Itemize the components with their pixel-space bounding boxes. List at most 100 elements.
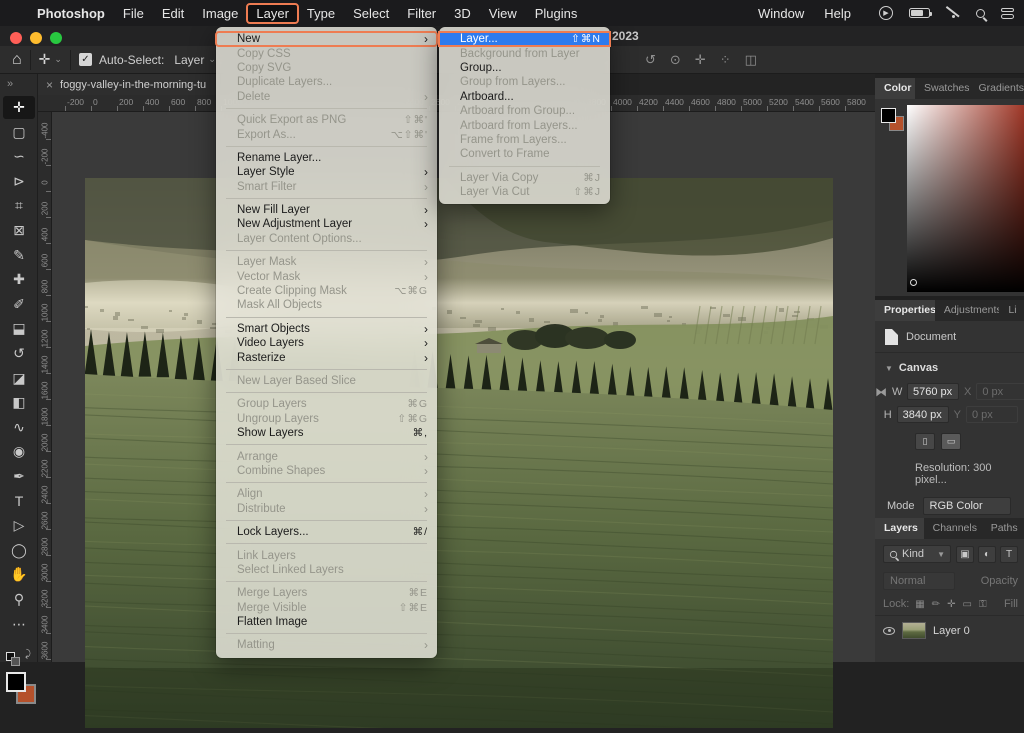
menubar-item-image[interactable]: Image — [193, 4, 247, 23]
layer-row[interactable]: Layer 0 — [875, 616, 1024, 645]
menu-item-rasterize[interactable]: Rasterize› — [216, 350, 437, 364]
drag-3d-icon[interactable]: ✛ — [695, 52, 706, 68]
frame-tool[interactable]: ⊠ — [3, 219, 35, 242]
tab-color[interactable]: Color — [875, 78, 915, 99]
lock-pixels-icon[interactable]: ✏ — [932, 599, 940, 610]
minimize-window-button[interactable] — [30, 32, 42, 44]
collapse-panel-icon[interactable]: » — [7, 78, 13, 90]
menu-item-artboard[interactable]: Artboard... — [439, 90, 610, 104]
visibility-eye-icon[interactable] — [883, 627, 895, 635]
menu-item-new-adjustment-layer[interactable]: New Adjustment Layer› — [216, 217, 437, 231]
close-window-button[interactable] — [10, 32, 22, 44]
width-field[interactable]: 5760 px — [907, 383, 959, 400]
type-tool[interactable]: T — [3, 490, 35, 513]
menu-item-lock-layers[interactable]: Lock Layers...⌘/ — [216, 525, 437, 539]
tab-swatches[interactable]: Swatches — [915, 78, 970, 99]
menu-item-layer[interactable]: Layer...⇧⌘N — [439, 32, 610, 46]
menubar-item-edit[interactable]: Edit — [153, 4, 193, 23]
auto-select-value[interactable]: Layer — [174, 53, 204, 67]
menubar-item-select[interactable]: Select — [344, 4, 398, 23]
tab-gradients[interactable]: Gradients — [969, 78, 1024, 99]
document-tab[interactable]: × foggy-valley-in-the-morning-tu — [38, 74, 221, 95]
menu-item-layer-style[interactable]: Layer Style› — [216, 165, 437, 179]
tab-channels[interactable]: Channels — [924, 518, 982, 539]
tab-li[interactable]: Li — [999, 300, 1024, 321]
color-cursor-icon[interactable] — [910, 279, 917, 286]
brush-tool[interactable]: ✐ — [3, 293, 35, 316]
dodge-tool[interactable]: ◉ — [3, 440, 35, 463]
layer-filter-dropdown[interactable]: Kind ▼ — [883, 545, 951, 563]
menu-item-show-layers[interactable]: Show Layers⌘, — [216, 426, 437, 440]
menubar-item-type[interactable]: Type — [298, 4, 344, 23]
clone-stamp-tool[interactable]: ⬓ — [3, 317, 35, 340]
type-filter-icon[interactable]: T — [1000, 546, 1018, 563]
tab-layers[interactable]: Layers — [875, 518, 924, 539]
search-icon[interactable] — [976, 9, 985, 18]
zoom-tool[interactable]: ⚲ — [3, 588, 35, 611]
lock-position-icon[interactable]: ✛ — [947, 599, 955, 610]
lock-transparency-icon[interactable]: ▦ — [915, 599, 924, 610]
height-field[interactable]: 3840 px — [897, 406, 949, 423]
menu-item-new[interactable]: New› — [216, 32, 437, 46]
swap-colors-control[interactable]: ⤸ — [5, 649, 31, 665]
menu-item-flatten-image[interactable]: Flatten Image — [216, 615, 437, 629]
lasso-tool[interactable]: ∽ — [3, 145, 35, 168]
link-dimensions-icon[interactable]: ⧓ — [875, 385, 887, 399]
home-icon[interactable]: ⌂ — [12, 51, 22, 69]
foreground-color-swatch[interactable] — [881, 108, 896, 123]
menu-item-group[interactable]: Group... — [439, 61, 610, 75]
play-circle-icon[interactable]: ▶ — [879, 6, 893, 20]
menu-item-new-fill-layer[interactable]: New Fill Layer› — [216, 203, 437, 217]
orbit-3d-icon[interactable]: ↺ — [645, 52, 656, 68]
auto-select-checkbox[interactable]: ✓ — [79, 53, 92, 66]
crop-tool[interactable]: ⌗ — [3, 194, 35, 217]
color-cube-picker[interactable] — [907, 105, 1024, 292]
menubar-item-help[interactable]: Help — [814, 4, 861, 23]
menu-item-video-layers[interactable]: Video Layers› — [216, 336, 437, 350]
menubar-item-3d[interactable]: 3D — [445, 4, 480, 23]
hand-tool[interactable]: ✋ — [3, 563, 35, 586]
canvas-image[interactable] — [85, 178, 833, 728]
tab-properties[interactable]: Properties — [875, 300, 935, 321]
menubar-item-file[interactable]: File — [114, 4, 153, 23]
path-select-tool[interactable]: ▷ — [3, 514, 35, 537]
close-tab-icon[interactable]: × — [46, 78, 53, 92]
menubar-item-photoshop[interactable]: Photoshop — [28, 4, 114, 23]
tab-adjustments[interactable]: Adjustments — [935, 300, 1000, 321]
menubar-item-view[interactable]: View — [480, 4, 526, 23]
object-selection-tool[interactable]: ⊳ — [3, 170, 35, 193]
menubar-item-filter[interactable]: Filter — [398, 4, 445, 23]
pixel-filter-icon[interactable]: ▣ — [956, 546, 974, 563]
menubar-item-window[interactable]: Window — [748, 4, 814, 23]
wifi-off-icon[interactable] — [946, 7, 960, 19]
edit-toolbar[interactable]: ⋯ — [3, 613, 35, 636]
foreground-color-swatch[interactable] — [6, 672, 26, 692]
gradient-tool[interactable]: ◧ — [3, 391, 35, 414]
camera-3d-icon[interactable]: ◫ — [745, 52, 757, 68]
menubar-item-layer[interactable]: Layer — [247, 4, 298, 23]
adjustment-filter-icon[interactable]: ◐ — [978, 546, 996, 563]
color-mode-dropdown[interactable]: RGB Color — [923, 497, 1011, 515]
slide-3d-icon[interactable]: ⁘ — [720, 52, 731, 68]
move-tool-options-icon[interactable]: ✛ — [39, 51, 51, 68]
portrait-orientation-button[interactable]: ▯ — [915, 433, 935, 450]
menu-item-rename-layer[interactable]: Rename Layer... — [216, 151, 437, 165]
smudge-tool[interactable]: ∿ — [3, 416, 35, 439]
battery-icon[interactable] — [909, 8, 930, 18]
pen-tool[interactable]: ✒ — [3, 465, 35, 488]
move-tool[interactable]: ✛ — [3, 96, 35, 119]
layer-thumbnail[interactable] — [902, 622, 926, 639]
eraser-tool[interactable]: ◪ — [3, 367, 35, 390]
healing-brush-tool[interactable]: ✚ — [3, 268, 35, 291]
lock-all-icon[interactable]: ⚿ — [979, 599, 987, 610]
menubar-item-plugins[interactable]: Plugins — [526, 4, 587, 23]
marquee-tool[interactable]: ▢ — [3, 121, 35, 144]
blend-mode-dropdown[interactable]: Normal — [883, 572, 955, 590]
tab-paths[interactable]: Paths — [982, 518, 1024, 539]
control-center-icon[interactable] — [1001, 7, 1014, 20]
history-brush-tool[interactable]: ↺ — [3, 342, 35, 365]
eyedropper-tool[interactable]: ✎ — [3, 244, 35, 267]
lock-artboard-icon[interactable]: ▭ — [963, 599, 972, 610]
shape-tool[interactable]: ◯ — [3, 539, 35, 562]
chevron-down-icon[interactable]: ▼ — [885, 364, 893, 373]
